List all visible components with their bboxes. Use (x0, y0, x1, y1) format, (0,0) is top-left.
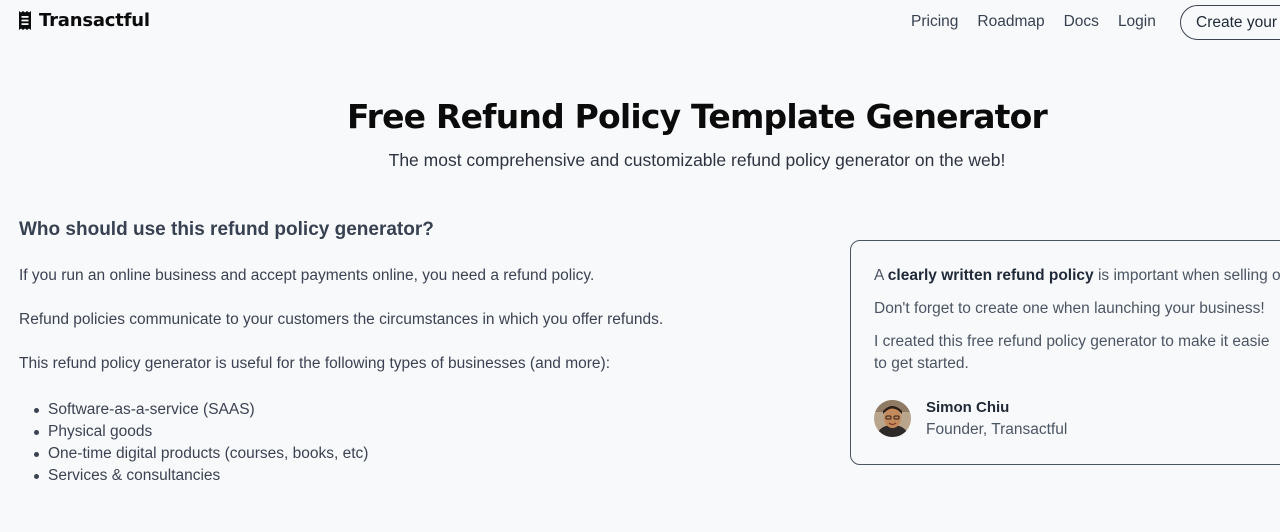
site-header: Transactful Pricing Roadmap Docs Login C… (0, 0, 1280, 44)
testimonial-card: A clearly written refund policy is impor… (850, 240, 1280, 465)
nav-link-pricing[interactable]: Pricing (911, 13, 958, 31)
main-nav: Pricing Roadmap Docs Login (911, 13, 1175, 31)
testimonial-line-1: A clearly written refund policy is impor… (874, 267, 1280, 285)
list-item: Physical goods (33, 421, 368, 443)
list-item: Software-as-a-service (SAAS) (33, 399, 368, 421)
author-name: Simon Chiu (926, 399, 1010, 416)
testimonial-line-2: Don't forget to create one when launchin… (874, 300, 1265, 317)
user-avatar (874, 400, 911, 437)
page: Transactful Pricing Roadmap Docs Login C… (0, 0, 1280, 532)
testimonial-line-4: to get started. (874, 355, 969, 372)
page-subtitle: The most comprehensive and customizable … (388, 150, 1006, 170)
section-heading: Who should use this refund policy genera… (19, 219, 434, 240)
create-account-button[interactable]: Create your (1180, 5, 1280, 40)
brand-name: Transactful (39, 10, 150, 31)
list-item: Services & consultancies (33, 465, 368, 487)
author-role: Founder, Transactful (926, 421, 1068, 438)
testimonial-line-1-pre: A (874, 267, 888, 284)
brand-logo[interactable]: Transactful (18, 10, 150, 31)
paragraph-communicate: Refund policies communicate to your cust… (19, 311, 664, 328)
receipt-icon (19, 11, 31, 30)
list-item: One-time digital products (courses, book… (33, 443, 368, 465)
nav-link-roadmap[interactable]: Roadmap (977, 13, 1044, 31)
testimonial-line-3: I created this free refund policy genera… (874, 333, 1270, 350)
nav-link-docs[interactable]: Docs (1064, 13, 1099, 31)
page-title: Free Refund Policy Template Generator (347, 97, 1048, 136)
paragraph-business-types: This refund policy generator is useful f… (19, 355, 611, 372)
nav-link-login[interactable]: Login (1118, 13, 1156, 31)
business-types-list: Software-as-a-service (SAAS) Physical go… (33, 399, 368, 487)
testimonial-line-1-post: is important when selling o (1093, 267, 1280, 284)
paragraph-need-policy: If you run an online business and accept… (19, 267, 595, 284)
testimonial-emphasis: clearly written refund policy (887, 267, 1094, 284)
